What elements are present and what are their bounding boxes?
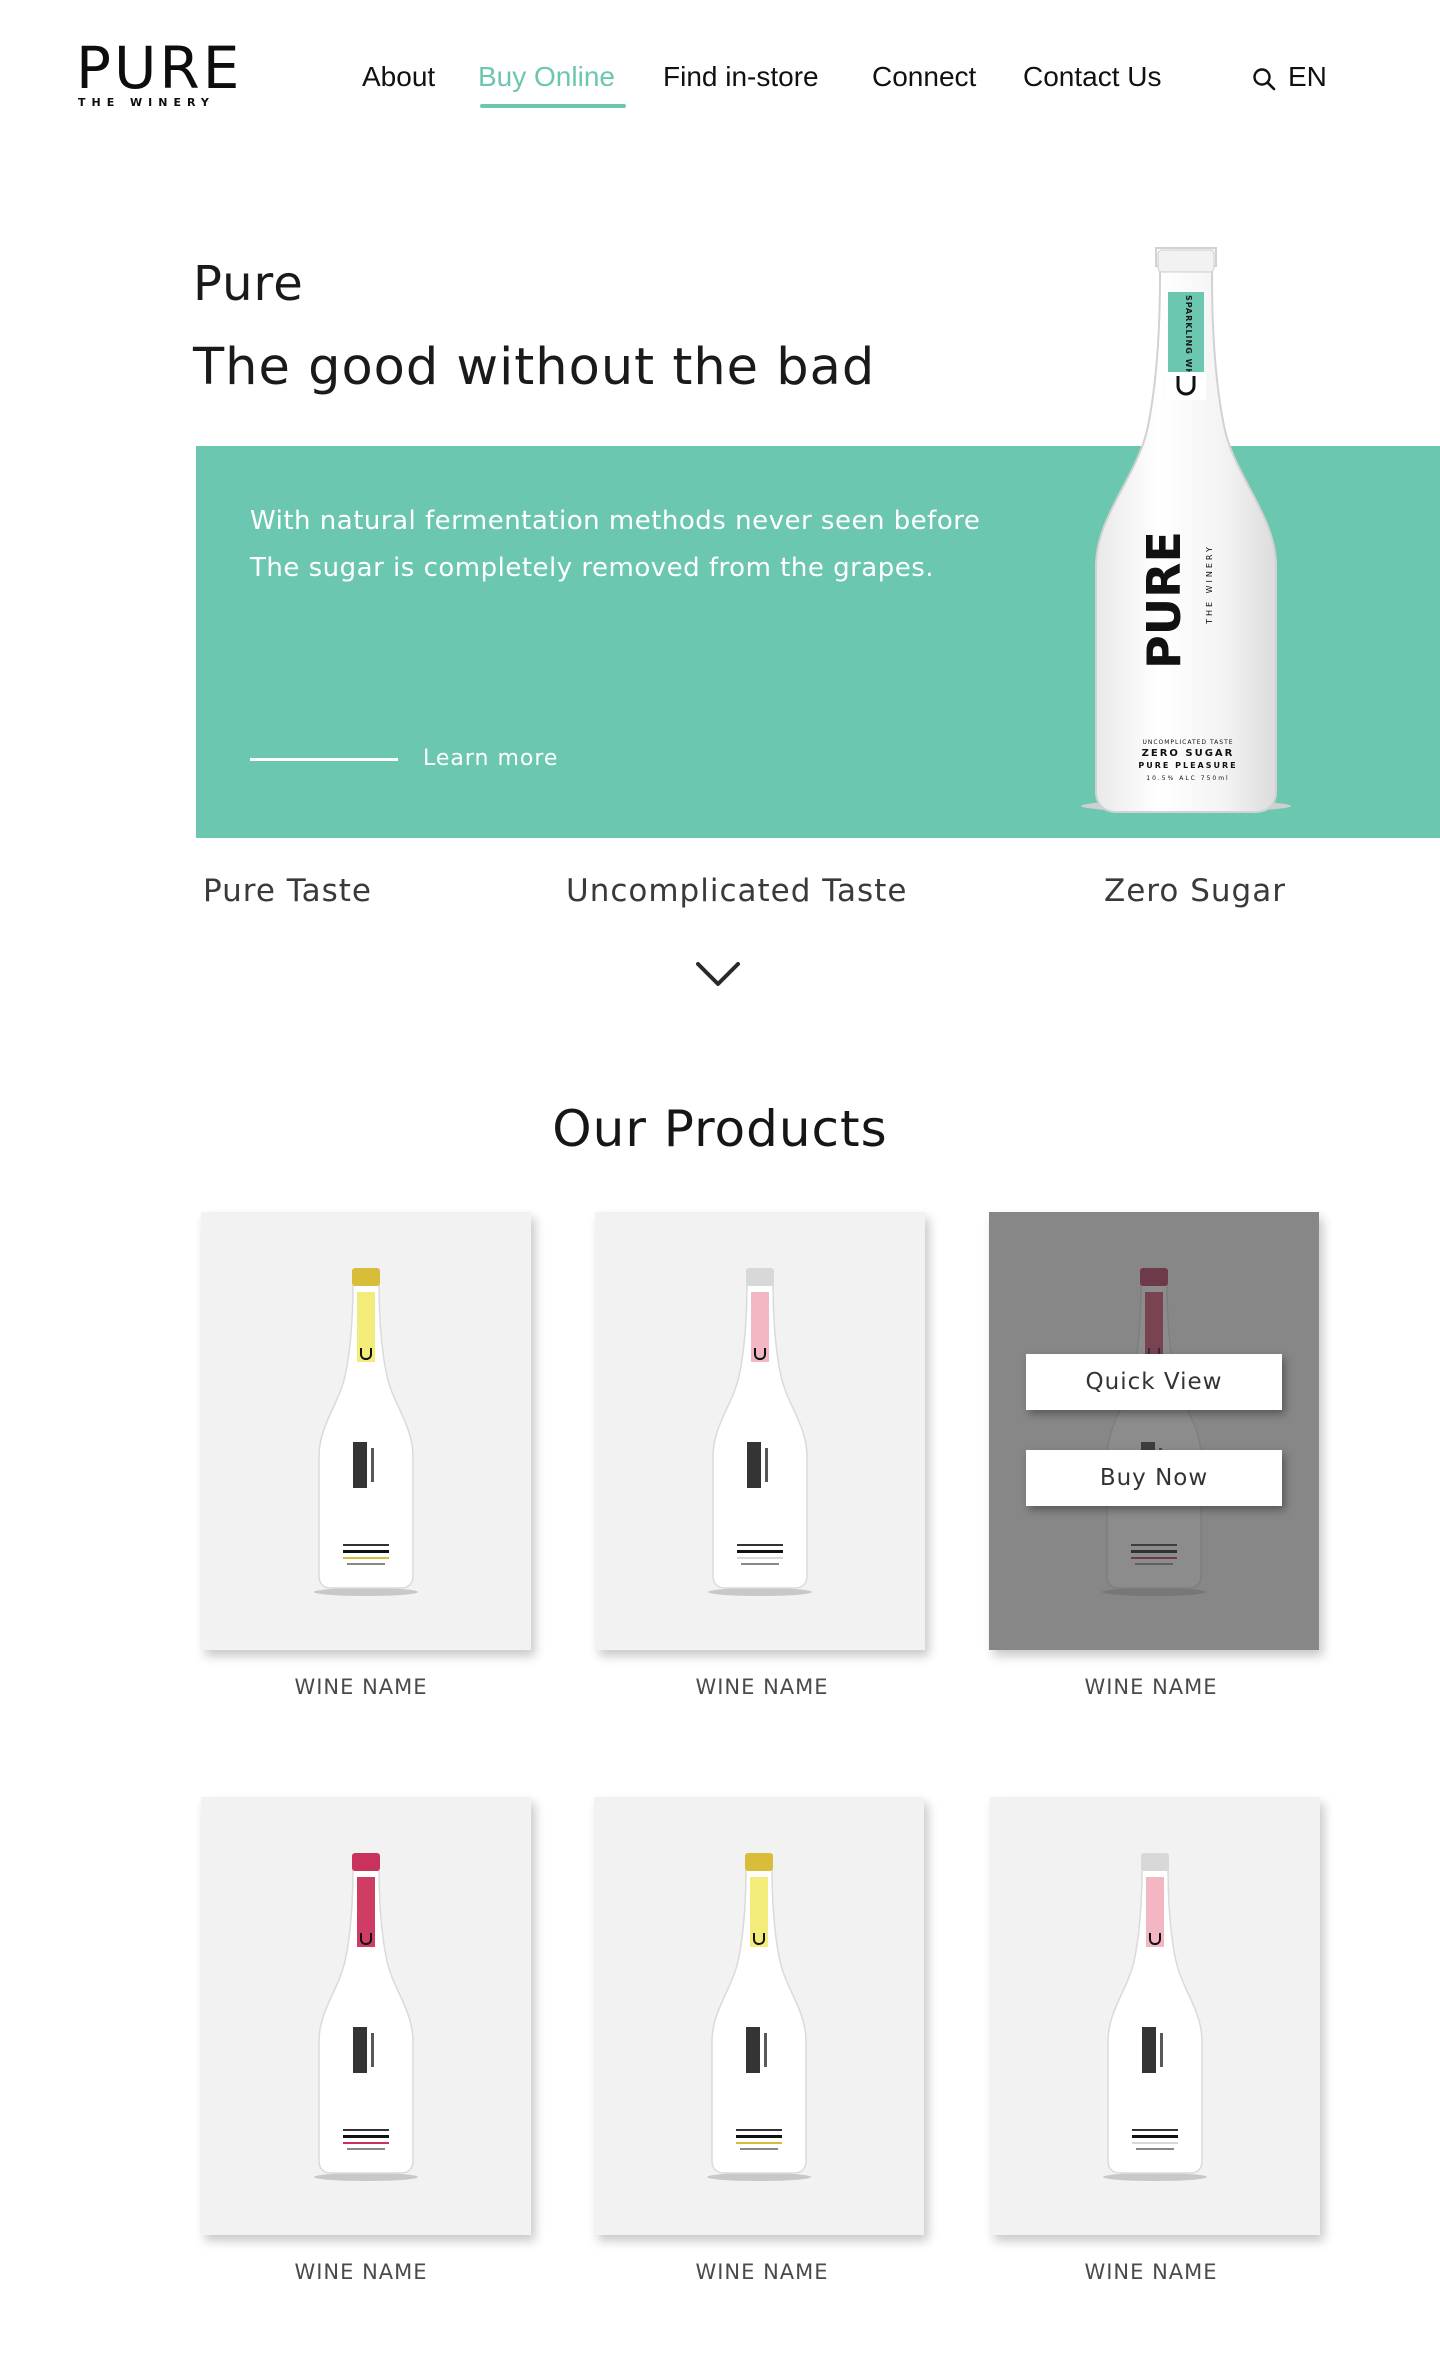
product-card[interactable] xyxy=(201,1212,531,1650)
product-name[interactable]: WINE NAME xyxy=(597,1675,927,1699)
nav-buy-online[interactable]: Buy Online xyxy=(478,60,615,94)
hero-eyebrow: Pure xyxy=(193,256,304,312)
nav-about[interactable]: About xyxy=(362,60,435,94)
product-name[interactable]: WINE NAME xyxy=(597,2260,927,2284)
product-bottle-image xyxy=(708,1268,812,1596)
hero-text-line-1: With natural fermentation methods never … xyxy=(250,506,981,536)
product-card[interactable] xyxy=(594,1797,924,2235)
hero-bottle-image: SPARKLING WHITE PURE THE WINERY UNCOMPLI… xyxy=(1081,247,1291,813)
chevron-down-icon[interactable] xyxy=(694,958,742,990)
search-icon[interactable] xyxy=(1251,66,1277,92)
product-name[interactable]: WINE NAME xyxy=(196,1675,526,1699)
language-selector[interactable]: EN xyxy=(1288,60,1327,94)
product-card-hovered[interactable]: Quick View Buy Now xyxy=(989,1212,1319,1650)
hero-bottle-brand-sub: THE WINERY xyxy=(1205,544,1214,625)
hero-bottle-claim-1: UNCOMPLICATED TASTE xyxy=(1142,739,1233,746)
buy-now-button[interactable]: Buy Now xyxy=(1026,1450,1282,1506)
products-title: Our Products xyxy=(552,1100,888,1158)
quick-view-button[interactable]: Quick View xyxy=(1026,1354,1282,1410)
product-card-overlay xyxy=(989,1212,1319,1650)
learn-more-line xyxy=(250,758,398,761)
hero-text-line-2: The sugar is completely removed from the… xyxy=(250,553,935,583)
product-card[interactable] xyxy=(595,1212,925,1650)
hero-bottle-claim-2: ZERO SUGAR xyxy=(1142,748,1235,759)
hero-bottle-claim-4: 10.5% ALC 750ml xyxy=(1146,775,1229,782)
product-card[interactable] xyxy=(990,1797,1320,2235)
hero-bottle-claim-3: PURE PLEASURE xyxy=(1138,761,1237,770)
nav-find-in-store[interactable]: Find in-store xyxy=(663,60,819,94)
hero-title: The good without the bad xyxy=(193,338,876,397)
product-bottle-image xyxy=(707,1853,811,2181)
product-bottle-image xyxy=(314,1268,418,1596)
product-bottle-image xyxy=(1103,1853,1207,2181)
product-name[interactable]: WINE NAME xyxy=(196,2260,526,2284)
product-card[interactable] xyxy=(201,1797,531,2235)
feature-pure-taste: Pure Taste xyxy=(203,873,372,909)
nav-connect[interactable]: Connect xyxy=(872,60,976,94)
product-name[interactable]: WINE NAME xyxy=(986,1675,1316,1699)
learn-more-link[interactable]: Learn more xyxy=(423,746,558,771)
logo-wordmark: PURE xyxy=(76,34,243,102)
product-bottle-image xyxy=(314,1853,418,2181)
logo-subtitle: THE WINERY xyxy=(78,96,215,109)
brand-logo[interactable]: PURE THE WINERY xyxy=(76,36,270,110)
hero-bottle-brand: PURE xyxy=(1137,531,1191,669)
feature-uncomplicated-taste: Uncomplicated Taste xyxy=(566,873,908,909)
feature-zero-sugar: Zero Sugar xyxy=(1104,873,1286,909)
product-name[interactable]: WINE NAME xyxy=(986,2260,1316,2284)
nav-contact-us[interactable]: Contact Us xyxy=(1023,60,1162,94)
active-nav-underline xyxy=(480,104,626,108)
